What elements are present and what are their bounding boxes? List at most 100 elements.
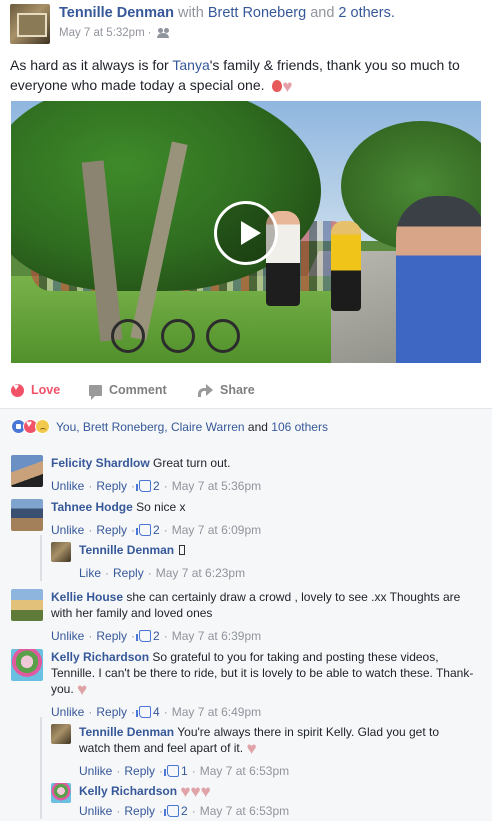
- author-avatar[interactable]: [10, 4, 50, 44]
- share-label: Share: [220, 383, 255, 397]
- mention-link[interactable]: Tanya: [172, 57, 209, 73]
- post-meta: May 7 at 5:32pm ·: [59, 27, 170, 39]
- comment-time[interactable]: May 7 at 6:23pm: [156, 565, 245, 581]
- avatar[interactable]: [11, 649, 43, 681]
- video-bikes: [111, 311, 261, 353]
- avatar[interactable]: [51, 724, 71, 744]
- comment-actions: Unlike · Reply · 2 · May 7 at 6:09pm: [51, 522, 262, 538]
- friends-icon[interactable]: [156, 28, 170, 38]
- comment-author[interactable]: Tahnee Hodge: [51, 500, 133, 514]
- like-count[interactable]: 4: [136, 704, 160, 720]
- like-link[interactable]: Like: [79, 565, 101, 581]
- post-actions: Love Comment Share: [0, 377, 492, 405]
- reply-link[interactable]: Reply: [96, 628, 127, 644]
- comment-text: So nice x: [136, 500, 186, 514]
- comment-body: Kelly Richardson ♥♥♥ Unlike · Reply · 2 · M…: [79, 783, 479, 819]
- avatar[interactable]: [11, 499, 43, 531]
- comment-body: Kelly Richardson So grateful to you for …: [51, 649, 476, 720]
- comment-label: Comment: [109, 383, 167, 397]
- comment-author[interactable]: Tennille Denman: [79, 725, 174, 739]
- share-icon: [198, 384, 213, 397]
- avatar[interactable]: [11, 455, 43, 487]
- comment-body: Tahnee Hodge So nice x Unlike · Reply · 2 ·…: [51, 499, 481, 538]
- reactor-names[interactable]: You, Brett Roneberg, Claire Warren: [56, 420, 245, 434]
- tagged-person-link[interactable]: Brett Roneberg: [208, 5, 306, 21]
- heart-emoji-icon: ♥: [246, 739, 257, 758]
- comment-author[interactable]: Kelly Richardson: [79, 784, 177, 798]
- reactor-others[interactable]: 106 others: [271, 420, 328, 434]
- like-count[interactable]: 2: [136, 478, 160, 494]
- comment-actions: Unlike · Reply · 4 · May 7 at 6:49pm: [51, 704, 262, 720]
- comment-author[interactable]: Tennille Denman: [79, 543, 174, 557]
- video-rider: [331, 221, 361, 311]
- comments-section: You, Brett Roneberg, Claire Warren and 1…: [0, 408, 492, 821]
- comment-time[interactable]: May 7 at 6:53pm: [200, 763, 289, 779]
- thumbs-up-icon: [164, 765, 180, 777]
- comment-body: Tennille Denman Like · Reply · May 7 at 6:…: [79, 542, 479, 581]
- balloon-emoji-icon: [272, 80, 283, 92]
- unlike-link[interactable]: Unlike: [79, 763, 112, 779]
- author-link[interactable]: Tennille Denman: [59, 5, 174, 21]
- heart-emoji-icon: ♥: [282, 77, 293, 96]
- play-button[interactable]: [214, 201, 278, 265]
- meta-separator: ·: [147, 27, 152, 39]
- with-text: with: [177, 5, 204, 21]
- unlike-link[interactable]: Unlike: [51, 522, 84, 538]
- thumbs-up-icon: [164, 805, 180, 817]
- post-timestamp[interactable]: May 7 at 5:32pm: [59, 27, 145, 39]
- unknown-glyph-icon: [179, 545, 186, 555]
- post-text-part1: As hard as it always is for: [10, 57, 169, 73]
- comment-time[interactable]: May 7 at 6:39pm: [172, 628, 261, 644]
- love-button[interactable]: Love: [11, 382, 61, 397]
- avatar[interactable]: [51, 783, 71, 803]
- reply-link[interactable]: Reply: [113, 565, 144, 581]
- comment-time[interactable]: May 7 at 6:53pm: [200, 803, 289, 819]
- like-count[interactable]: 2: [136, 522, 160, 538]
- reply-link[interactable]: Reply: [96, 522, 127, 538]
- reply-thread-line: [40, 535, 42, 581]
- reply-link[interactable]: Reply: [96, 478, 127, 494]
- comment-author[interactable]: Kelly Richardson: [51, 650, 149, 664]
- heart-emoji-icon: ♥♥♥: [180, 782, 211, 801]
- love-label: Love: [31, 383, 61, 397]
- comment-time[interactable]: May 7 at 5:36pm: [172, 478, 261, 494]
- reply-link[interactable]: Reply: [124, 763, 155, 779]
- comment-author[interactable]: Felicity Shardlow: [51, 456, 150, 470]
- reactions-summary[interactable]: You, Brett Roneberg, Claire Warren and 1…: [11, 419, 328, 434]
- thumbs-up-icon: [136, 706, 152, 718]
- unlike-link[interactable]: Unlike: [79, 803, 112, 819]
- unlike-link[interactable]: Unlike: [51, 628, 84, 644]
- video-rider: [396, 196, 481, 363]
- unlike-link[interactable]: Unlike: [51, 478, 84, 494]
- heart-icon: [11, 382, 24, 397]
- unlike-link[interactable]: Unlike: [51, 704, 84, 720]
- comment-body: Tennille Denman You're always there in s…: [79, 724, 454, 779]
- comment-actions: Unlike · Reply · 1 · May 7 at 6:53pm: [79, 763, 290, 779]
- comment-body: Felicity Shardlow Great turn out. Unlike…: [51, 455, 481, 494]
- comment-button[interactable]: Comment: [89, 383, 167, 400]
- comment-time[interactable]: May 7 at 6:49pm: [172, 704, 261, 720]
- like-count[interactable]: 2: [136, 628, 160, 644]
- thumbs-up-icon: [136, 524, 152, 536]
- share-button[interactable]: Share: [198, 383, 255, 397]
- comment-time[interactable]: May 7 at 6:09pm: [172, 522, 261, 538]
- comment-actions: Unlike · Reply · 2 · May 7 at 6:53pm: [79, 803, 290, 819]
- comment-actions: Unlike · Reply · 2 · May 7 at 6:39pm: [51, 628, 262, 644]
- comment-text: Great turn out.: [153, 456, 231, 470]
- others-link[interactable]: 2 others.: [338, 5, 394, 21]
- post-header: Tennille Denman with Brett Roneberg and …: [0, 0, 492, 50]
- post-text: As hard as it always is for Tanya's fami…: [10, 55, 485, 97]
- and-text: and: [310, 5, 335, 21]
- comment-author[interactable]: Kellie House: [51, 590, 123, 604]
- like-count[interactable]: 1: [164, 763, 188, 779]
- sad-reaction-icon: [35, 419, 50, 434]
- reactors-list[interactable]: You, Brett Roneberg, Claire Warren and 1…: [56, 420, 328, 434]
- post-title: Tennille Denman with Brett Roneberg and …: [59, 5, 395, 21]
- avatar[interactable]: [11, 589, 43, 621]
- reactor-and: and: [247, 419, 268, 434]
- reply-link[interactable]: Reply: [96, 704, 127, 720]
- reply-link[interactable]: Reply: [124, 803, 155, 819]
- like-count[interactable]: 2: [164, 803, 188, 819]
- video-player[interactable]: [11, 101, 481, 363]
- avatar[interactable]: [51, 542, 71, 562]
